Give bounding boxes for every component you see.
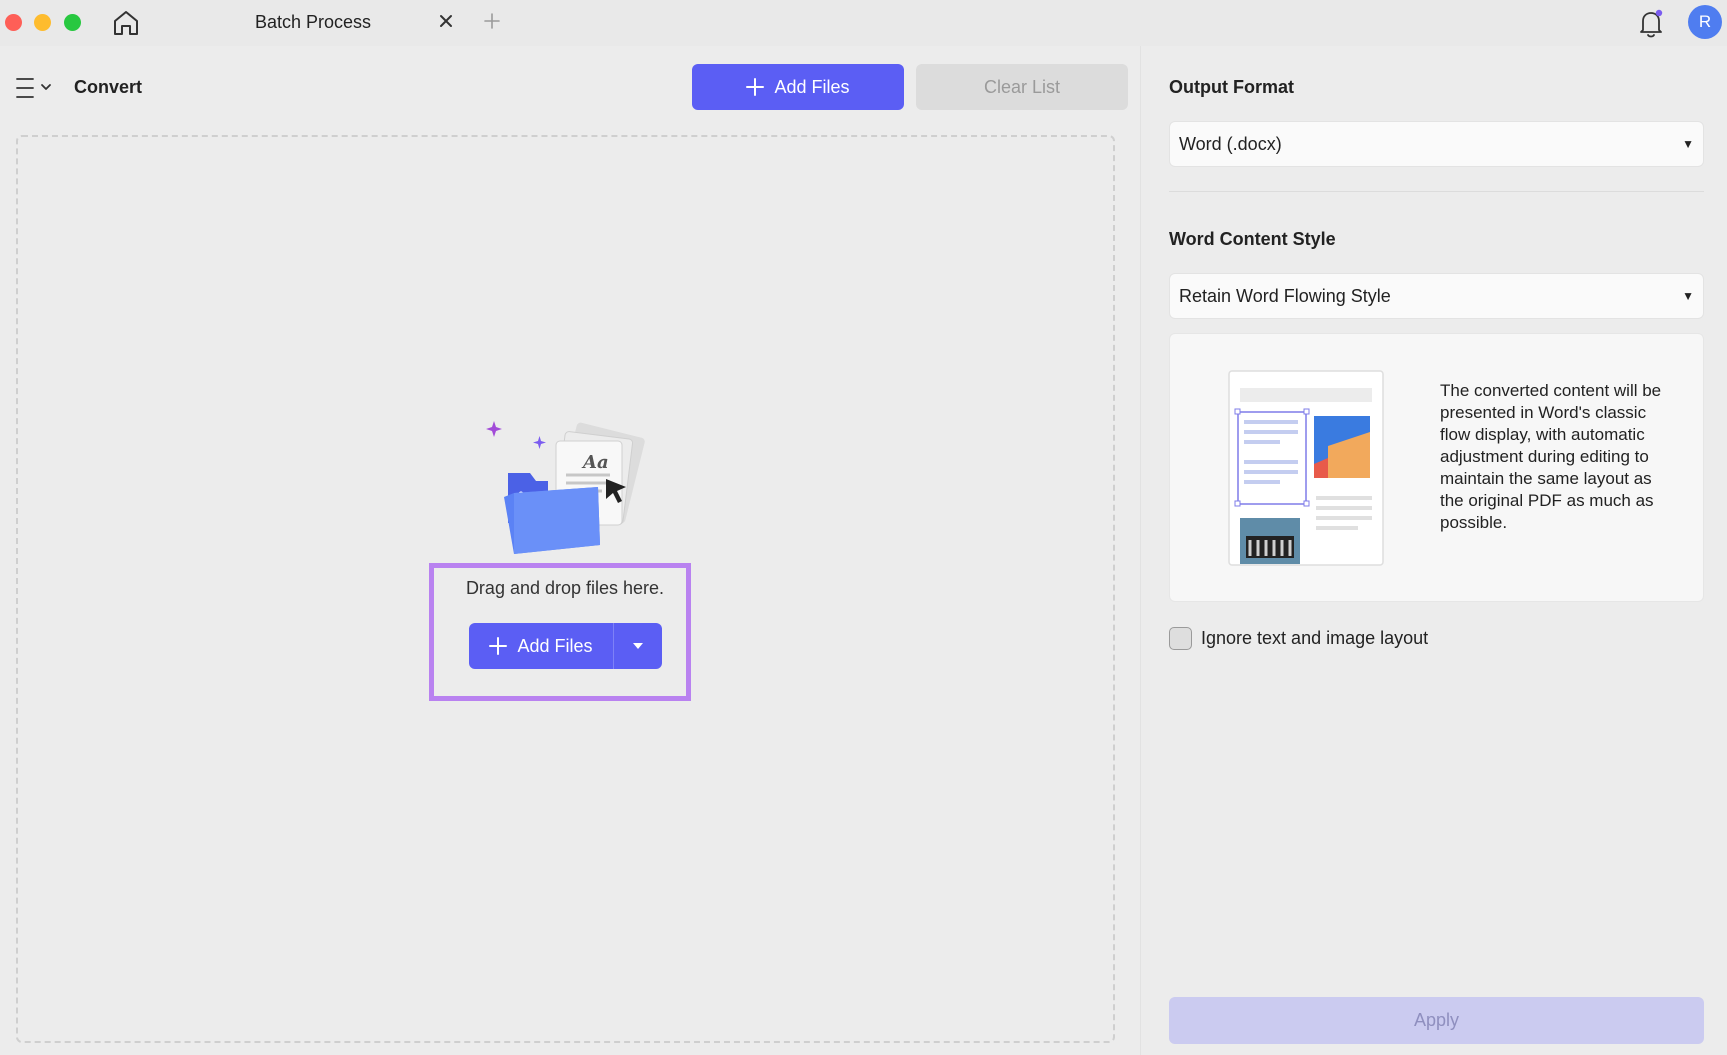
document-layout-preview (1228, 370, 1384, 566)
window-minimize-button[interactable] (34, 14, 51, 31)
add-files-main-button[interactable]: Add Files (469, 623, 614, 669)
folder-files-illustration: Aa (486, 421, 645, 554)
output-format-heading: Output Format (1169, 77, 1294, 97)
output-format-value: Word (.docx) (1179, 133, 1282, 154)
plus-icon (489, 637, 508, 655)
add-files-main-label: Add Files (517, 635, 593, 656)
apply-label: Apply (1413, 1010, 1460, 1030)
style-description: The converted content will be presented … (1440, 381, 1662, 532)
drag-drop-hint: Drag and drop files here. (465, 578, 665, 598)
page-title: Convert (74, 77, 143, 97)
caret-down-icon: ▼ (1682, 137, 1694, 151)
menu-toggle-icon[interactable] (16, 76, 54, 100)
plus-icon (746, 78, 765, 96)
title-bar: Batch Process R (0, 0, 1727, 46)
output-format-select[interactable]: Word (.docx) ▼ (1169, 121, 1704, 167)
window-maximize-button[interactable] (64, 14, 81, 31)
home-icon[interactable] (111, 8, 141, 38)
word-content-style-value: Retain Word Flowing Style (1179, 285, 1391, 306)
new-tab-plus-icon[interactable] (482, 11, 502, 31)
ignore-layout-checkbox[interactable] (1169, 627, 1192, 650)
section-divider (1169, 191, 1704, 192)
panel-divider (1140, 46, 1141, 1055)
word-content-style-select[interactable]: Retain Word Flowing Style ▼ (1169, 273, 1704, 319)
add-files-button[interactable]: Add Files (692, 64, 904, 110)
bell-icon[interactable] (1637, 7, 1665, 39)
tab-batch-process[interactable]: Batch Process (255, 12, 371, 33)
add-files-dropdown-button[interactable] (614, 642, 662, 650)
user-avatar[interactable]: R (1688, 5, 1722, 39)
word-content-style-heading: Word Content Style (1169, 229, 1336, 249)
clear-list-button[interactable]: Clear List (916, 64, 1128, 110)
style-preview-card: The converted content will be presented … (1169, 333, 1704, 602)
window-close-button[interactable] (5, 14, 22, 31)
svg-text:Aa: Aa (581, 452, 609, 473)
apply-button[interactable]: Apply (1169, 997, 1704, 1044)
close-icon[interactable] (436, 11, 456, 31)
caret-down-icon: ▼ (1682, 289, 1694, 303)
ignore-layout-label[interactable]: Ignore text and image layout (1201, 628, 1428, 649)
add-files-split-button[interactable]: Add Files (469, 623, 662, 669)
add-files-label: Add Files (774, 76, 850, 97)
clear-list-label: Clear List (983, 76, 1061, 97)
caret-down-icon (633, 643, 643, 649)
